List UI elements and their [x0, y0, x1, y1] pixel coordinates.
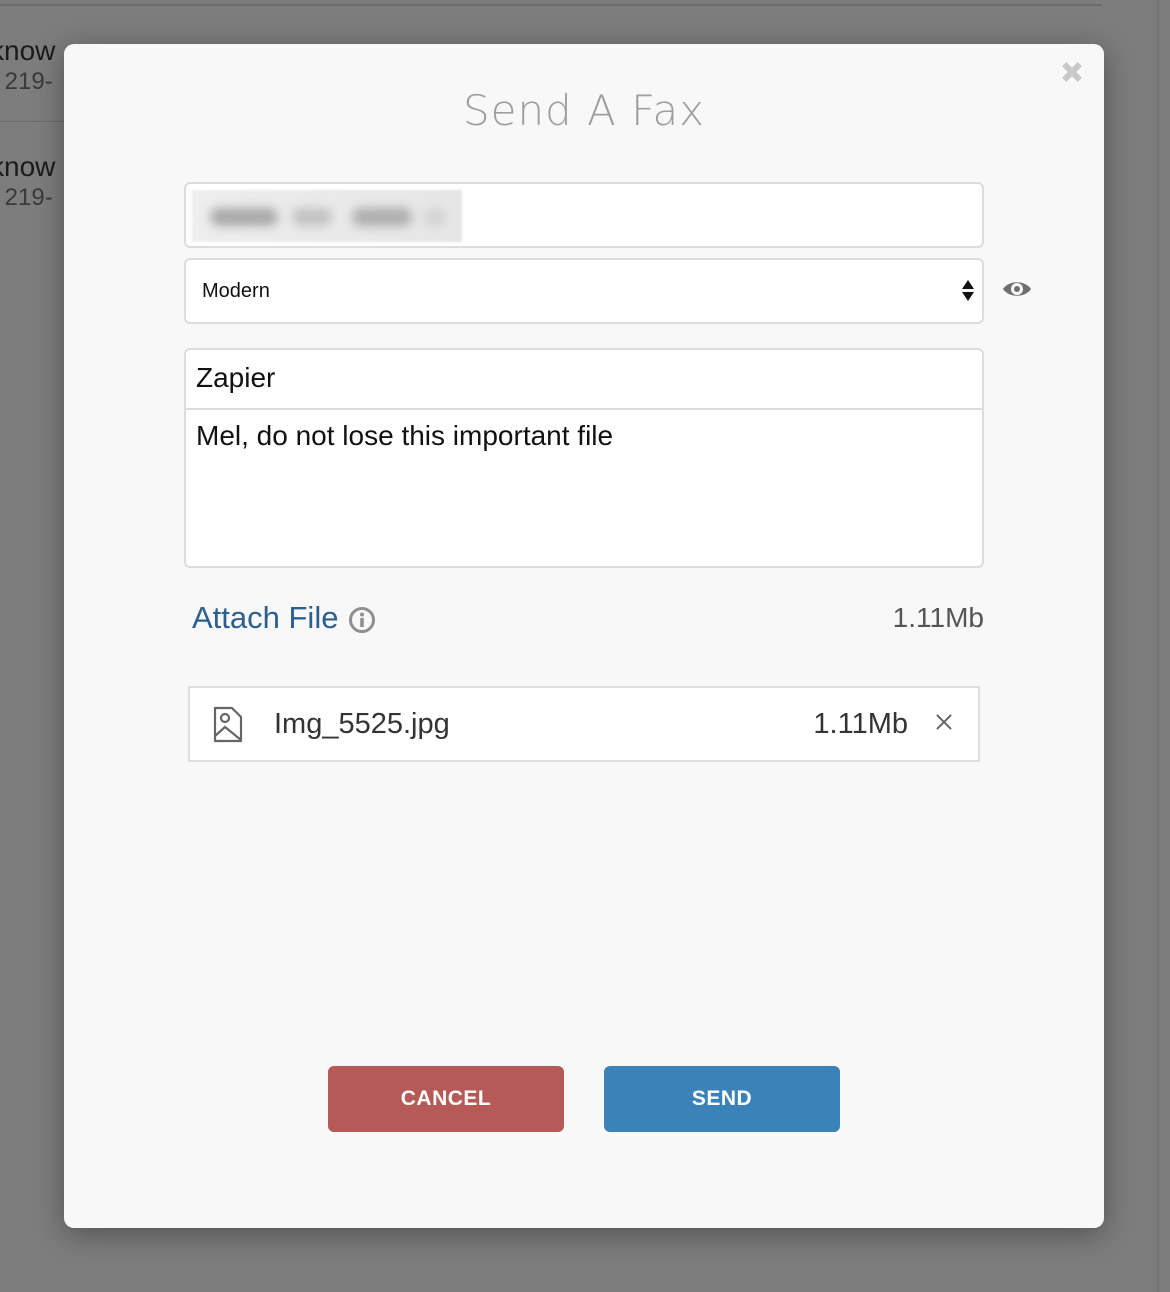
cover-page-editor: Zapier Mel, do not lose this important f… — [184, 348, 984, 568]
image-file-icon — [212, 706, 244, 744]
background-scroll-edge — [1157, 0, 1159, 1292]
send-button[interactable]: SEND — [604, 1066, 840, 1132]
file-name: Img_5525.jpg — [274, 708, 450, 740]
info-circle-icon[interactable] — [348, 606, 376, 634]
blurred-recipient-value — [192, 190, 462, 242]
attach-file-label[interactable]: Attach File — [192, 600, 338, 636]
cover-template-select[interactable]: Modern — [184, 258, 984, 324]
selected-template: Modern — [202, 279, 270, 302]
modal-title: Send A Fax — [462, 86, 706, 135]
attach-file-link[interactable]: Attach File — [192, 600, 376, 636]
list-divider — [0, 121, 70, 122]
close-icon[interactable] — [932, 710, 956, 734]
send-fax-modal: Send A Fax Modern Zapier Mel, do not los… — [64, 44, 1104, 1228]
cover-message-textarea[interactable]: Mel, do not lose this important file — [186, 410, 982, 566]
background-divider — [0, 4, 1102, 6]
select-arrows-icon — [962, 280, 974, 304]
cover-subject-input[interactable]: Zapier — [186, 350, 982, 410]
cancel-button[interactable]: CANCEL — [328, 1066, 564, 1132]
total-attachment-size: 1.11Mb — [892, 602, 984, 633]
eye-icon[interactable] — [1001, 274, 1033, 304]
attached-file-item: Img_5525.jpg 1.11Mb — [188, 686, 980, 762]
recipient-fax-number-input[interactable] — [184, 182, 984, 248]
close-icon[interactable] — [1059, 59, 1085, 85]
file-size: 1.11Mb — [813, 708, 908, 740]
